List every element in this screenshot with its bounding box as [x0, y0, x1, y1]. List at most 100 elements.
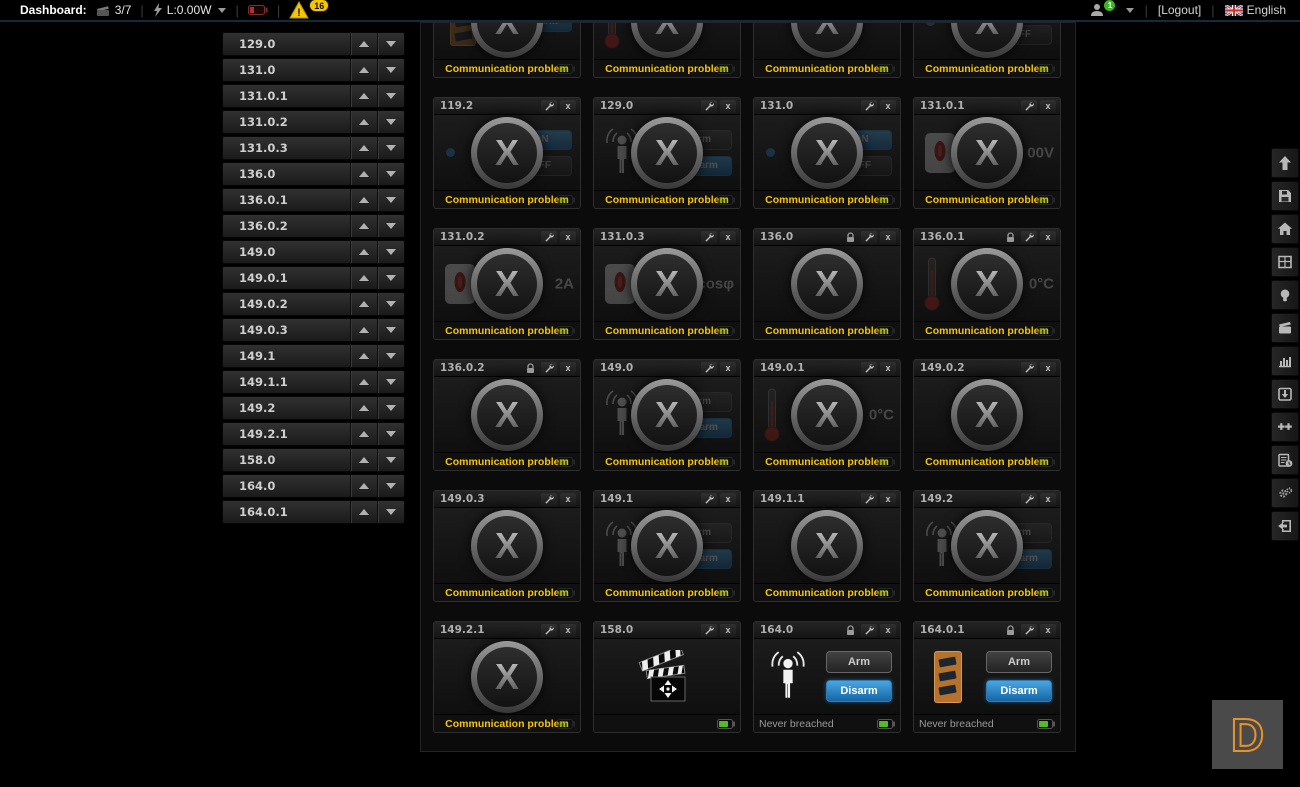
toolbar-logout-button[interactable]: [1271, 511, 1299, 541]
tile-close-button[interactable]: x: [1040, 492, 1056, 506]
tile-settings-button[interactable]: [1021, 99, 1037, 113]
tile-close-button[interactable]: x: [1040, 99, 1056, 113]
tile-close-button[interactable]: x: [560, 99, 576, 113]
move-up-button[interactable]: [350, 475, 377, 497]
move-down-button[interactable]: [377, 475, 404, 497]
move-up-button[interactable]: [350, 163, 377, 185]
arm-button[interactable]: Arm: [986, 651, 1052, 673]
tile-settings-button[interactable]: [1021, 230, 1037, 244]
move-down-button[interactable]: [377, 163, 404, 185]
tile-close-button[interactable]: x: [880, 99, 896, 113]
tile-close-button[interactable]: x: [1040, 361, 1056, 375]
move-down-button[interactable]: [377, 241, 404, 263]
move-down-button[interactable]: [377, 293, 404, 315]
alerts-status[interactable]: ! 16: [289, 0, 333, 19]
move-up-button[interactable]: [350, 189, 377, 211]
toolbar-consumption-button[interactable]: [1271, 346, 1299, 376]
move-down-button[interactable]: [377, 449, 404, 471]
user-menu[interactable]: 1: [1090, 0, 1135, 17]
tile-close-button[interactable]: x: [1040, 230, 1056, 244]
move-up-button[interactable]: [350, 345, 377, 367]
tile-settings-button[interactable]: [541, 623, 557, 637]
toolbar-backup-button[interactable]: [1271, 379, 1299, 409]
tile-settings-button[interactable]: [701, 230, 717, 244]
tile-settings-button[interactable]: [541, 99, 557, 113]
move-down-button[interactable]: [377, 189, 404, 211]
toolbar-scenes-button[interactable]: [1271, 313, 1299, 343]
disarm-button[interactable]: Disarm: [826, 680, 892, 702]
tile-close-button[interactable]: x: [880, 230, 896, 244]
power-load-dropdown[interactable]: L:0.00W: [153, 3, 227, 17]
tile-close-button[interactable]: x: [1040, 623, 1056, 637]
tile-settings-button[interactable]: [541, 230, 557, 244]
tile-close-button[interactable]: x: [560, 361, 576, 375]
move-up-button[interactable]: [350, 293, 377, 315]
battery-status[interactable]: [247, 5, 268, 15]
tile-close-button[interactable]: x: [720, 361, 736, 375]
move-up-button[interactable]: [350, 241, 377, 263]
move-down-button[interactable]: [377, 85, 404, 107]
logout-link[interactable]: [Logout]: [1158, 3, 1201, 17]
tile-settings-button[interactable]: [861, 623, 877, 637]
move-down-button[interactable]: [377, 33, 404, 55]
move-down-button[interactable]: [377, 501, 404, 523]
tile-close-button[interactable]: x: [880, 361, 896, 375]
move-up-button[interactable]: [350, 137, 377, 159]
tile-settings-button[interactable]: [861, 99, 877, 113]
tile-settings-button[interactable]: [1021, 623, 1037, 637]
tile-settings-button[interactable]: [701, 492, 717, 506]
tile-settings-button[interactable]: [1021, 361, 1037, 375]
move-down-button[interactable]: [377, 423, 404, 445]
move-up-button[interactable]: [350, 215, 377, 237]
tile-close-button[interactable]: x: [720, 230, 736, 244]
move-down-button[interactable]: [377, 319, 404, 341]
tile-settings-button[interactable]: [861, 492, 877, 506]
move-down-button[interactable]: [377, 345, 404, 367]
tile-settings-button[interactable]: [701, 623, 717, 637]
move-up-button[interactable]: [350, 397, 377, 419]
toolbar-scroll-top-button[interactable]: [1271, 148, 1299, 178]
tile-settings-button[interactable]: [1021, 492, 1037, 506]
tile-close-button[interactable]: x: [880, 492, 896, 506]
move-up-button[interactable]: [350, 449, 377, 471]
toolbar-panels-button[interactable]: [1271, 445, 1299, 475]
move-down-button[interactable]: [377, 397, 404, 419]
toolbar-settings-button[interactable]: [1271, 478, 1299, 508]
tile-close-button[interactable]: x: [720, 492, 736, 506]
move-up-button[interactable]: [350, 59, 377, 81]
tile-settings-button[interactable]: [861, 361, 877, 375]
tile-close-button[interactable]: x: [720, 99, 736, 113]
tile-close-button[interactable]: x: [560, 230, 576, 244]
tile-close-button[interactable]: x: [560, 623, 576, 637]
tile-close-button[interactable]: x: [560, 492, 576, 506]
move-up-button[interactable]: [350, 371, 377, 393]
tile-settings-button[interactable]: [701, 99, 717, 113]
toolbar-plugins-button[interactable]: [1271, 412, 1299, 442]
tile-close-button[interactable]: x: [880, 623, 896, 637]
tile-settings-button[interactable]: [861, 230, 877, 244]
disarm-button[interactable]: Disarm: [986, 680, 1052, 702]
move-up-button[interactable]: [350, 423, 377, 445]
toolbar-save-button[interactable]: [1271, 181, 1299, 211]
move-down-button[interactable]: [377, 267, 404, 289]
move-up-button[interactable]: [350, 85, 377, 107]
move-up-button[interactable]: [350, 33, 377, 55]
arm-button[interactable]: Arm: [826, 651, 892, 673]
toolbar-home-button[interactable]: [1271, 214, 1299, 244]
tile-settings-button[interactable]: [541, 492, 557, 506]
move-down-button[interactable]: [377, 215, 404, 237]
move-up-button[interactable]: [350, 111, 377, 133]
move-down-button[interactable]: [377, 137, 404, 159]
move-up-button[interactable]: [350, 267, 377, 289]
tile-settings-button[interactable]: [541, 361, 557, 375]
language-selector[interactable]: English: [1224, 3, 1286, 17]
move-down-button[interactable]: [377, 59, 404, 81]
move-down-button[interactable]: [377, 371, 404, 393]
tile-close-button[interactable]: x: [720, 623, 736, 637]
toolbar-rooms-button[interactable]: [1271, 247, 1299, 277]
tile-settings-button[interactable]: [701, 361, 717, 375]
move-down-button[interactable]: [377, 111, 404, 133]
move-up-button[interactable]: [350, 501, 377, 523]
move-up-button[interactable]: [350, 319, 377, 341]
toolbar-devices-button[interactable]: [1271, 280, 1299, 310]
